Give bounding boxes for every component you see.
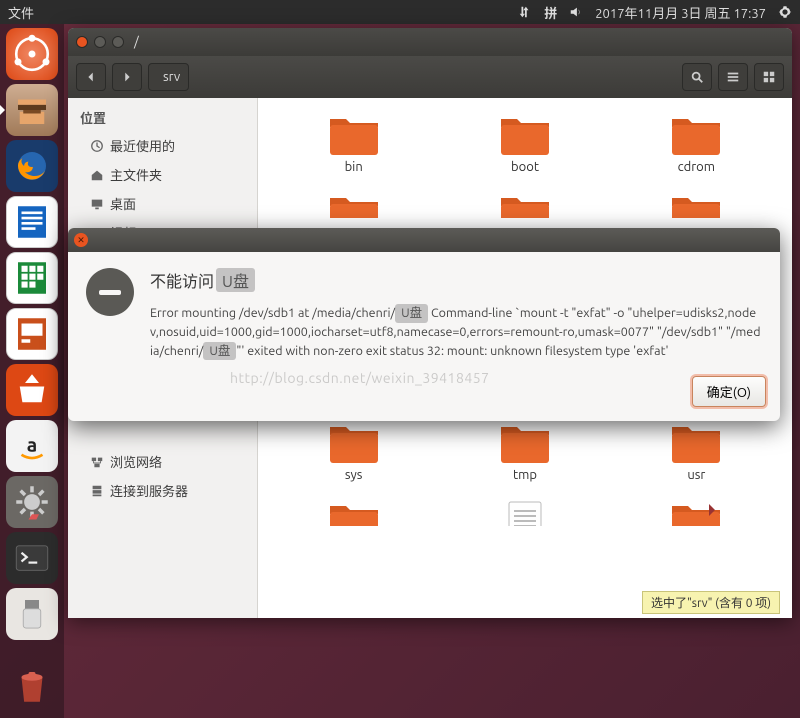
folder-bin[interactable]: bin [268, 112, 439, 174]
file-manager-toolbar: srv [68, 56, 792, 98]
launcher-amazon-icon[interactable]: a [6, 420, 58, 472]
system-gear-indicator[interactable] [778, 5, 792, 19]
sidebar-item-label: 浏览网络 [110, 452, 162, 471]
sidebar-item-recent[interactable]: 最近使用的 [68, 131, 257, 160]
folder-icon [325, 192, 383, 218]
folder-sys[interactable]: sys [268, 420, 439, 482]
launcher-dash-icon[interactable] [6, 28, 58, 80]
search-button[interactable] [682, 63, 712, 91]
sidebar-item-desktop[interactable]: 桌面 [68, 189, 257, 218]
sidebar-item-label: 连接到服务器 [110, 481, 188, 500]
top-menubar: 文件 拼 2017年11月月 3日 周五 17:37 [0, 0, 800, 24]
folder-partial-bottom[interactable] [268, 500, 439, 526]
launcher-writer-icon[interactable] [6, 196, 58, 248]
folder-cdrom[interactable]: cdrom [611, 112, 782, 174]
desktop-icon [90, 197, 104, 211]
back-button[interactable] [76, 63, 106, 91]
path-bar[interactable]: srv [148, 63, 189, 91]
unity-launcher: a [0, 24, 64, 718]
dialog-close-button[interactable]: ✕ [74, 233, 88, 247]
folder-usr[interactable]: usr [611, 420, 782, 482]
window-titlebar[interactable]: / [68, 28, 792, 56]
launcher-files-icon[interactable] [6, 84, 58, 136]
folder-label: boot [511, 160, 539, 174]
folder-tmp[interactable]: tmp [439, 420, 610, 482]
sound-indicator[interactable] [569, 5, 583, 19]
launcher-trash-icon[interactable] [6, 660, 58, 712]
folder-label: sys [345, 468, 363, 482]
sidebar-item-label: 桌面 [110, 194, 136, 213]
document-icon [505, 500, 545, 526]
window-close-button[interactable] [76, 36, 88, 48]
clock-indicator[interactable]: 2017年11月月 3日 周五 17:37 [595, 3, 766, 22]
folder-label: bin [345, 160, 363, 174]
places-heading: 位置 [68, 104, 257, 131]
folder-icon [325, 420, 383, 466]
home-icon [90, 168, 104, 182]
folder-icon [667, 420, 725, 466]
folder-label: cdrom [678, 160, 715, 174]
view-list-button[interactable] [718, 63, 748, 91]
folder-icon [667, 500, 725, 526]
folder-icon [325, 112, 383, 158]
folder-icon [667, 112, 725, 158]
launcher-settings-icon[interactable] [6, 476, 58, 528]
folder-label: tmp [513, 468, 537, 482]
ok-button[interactable]: 确定(O) [692, 376, 766, 407]
dialog-titlebar[interactable]: ✕ [68, 228, 780, 252]
folder-icon [496, 420, 554, 466]
launcher-usb-drive-icon[interactable] [6, 588, 58, 640]
error-dialog: ✕ 不能访问U盘 Error mounting /dev/sdb1 at /me… [68, 228, 780, 421]
folder-partial-bottom[interactable] [611, 500, 782, 526]
launcher-firefox-icon[interactable] [6, 140, 58, 192]
path-label: srv [163, 70, 180, 84]
svg-text:a: a [27, 433, 37, 455]
dialog-message: Error mounting /dev/sdb1 at /media/chenr… [150, 304, 762, 360]
network-icon [90, 455, 104, 469]
sidebar-item-browse-network[interactable]: 浏览网络 [68, 447, 257, 476]
ime-indicator[interactable]: 拼 [544, 3, 557, 22]
launcher-terminal-icon[interactable] [6, 532, 58, 584]
folder-icon [667, 192, 725, 218]
sidebar-item-label: 主文件夹 [110, 165, 162, 184]
folder-icon [325, 500, 383, 526]
network-indicator[interactable] [518, 5, 532, 19]
forward-button[interactable] [112, 63, 142, 91]
window-title: / [134, 35, 139, 49]
server-icon [90, 484, 104, 498]
sidebar-item-home[interactable]: 主文件夹 [68, 160, 257, 189]
selection-tooltip: 选中了"srv" (含有 0 项) [642, 591, 780, 614]
folder-icon [496, 112, 554, 158]
sidebar-item-label: 最近使用的 [110, 136, 175, 155]
dialog-heading: 不能访问U盘 [150, 268, 762, 292]
window-minimize-button[interactable] [94, 36, 106, 48]
folder-partial[interactable] [611, 192, 782, 218]
error-icon [86, 268, 134, 316]
launcher-calc-icon[interactable] [6, 252, 58, 304]
launcher-software-center-icon[interactable] [6, 364, 58, 416]
window-maximize-button[interactable] [112, 36, 124, 48]
folder-boot[interactable]: boot [439, 112, 610, 174]
clock-icon [90, 139, 104, 153]
active-app-label[interactable]: 文件 [8, 3, 34, 22]
folder-icon [496, 192, 554, 218]
view-grid-button[interactable] [754, 63, 784, 91]
folder-label: usr [687, 468, 705, 482]
folder-partial[interactable] [268, 192, 439, 218]
launcher-impress-icon[interactable] [6, 308, 58, 360]
folder-partial[interactable] [439, 192, 610, 218]
sidebar-item-connect-server[interactable]: 连接到服务器 [68, 476, 257, 505]
file-partial-bottom[interactable] [439, 500, 610, 526]
